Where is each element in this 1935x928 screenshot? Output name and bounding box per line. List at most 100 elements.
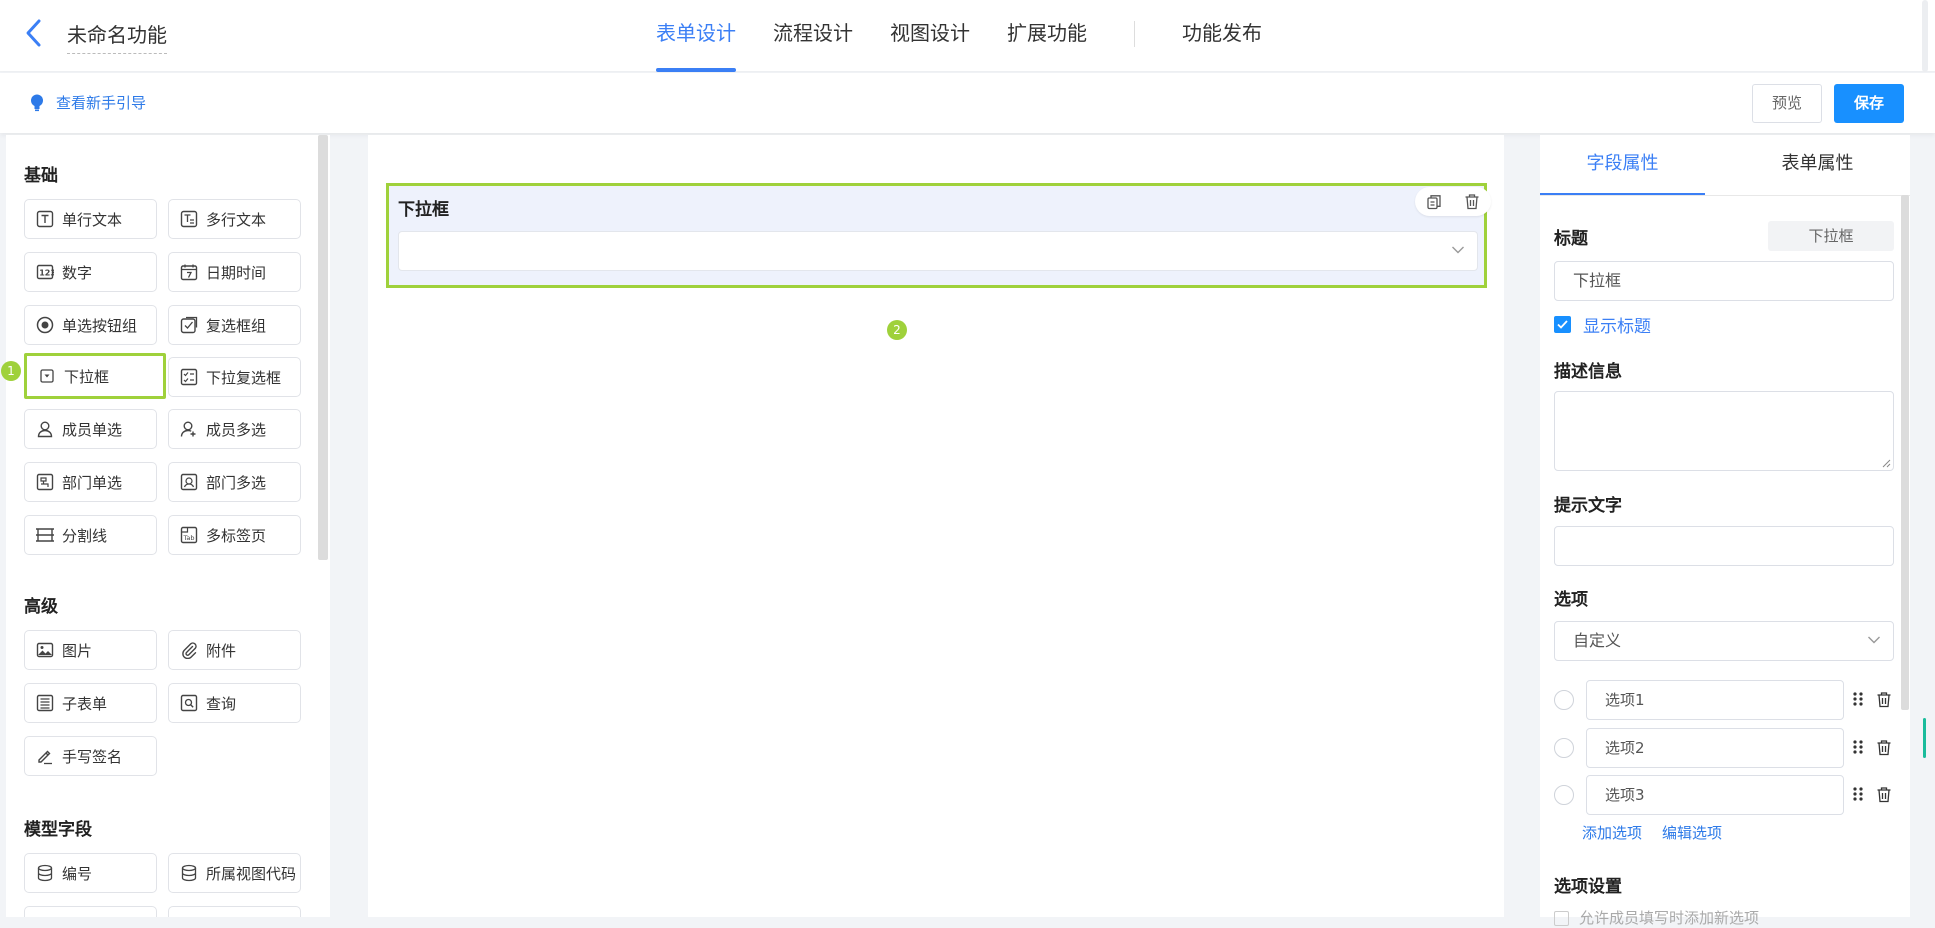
options-label: 选项: [1554, 590, 1588, 610]
field-label: 下拉框: [398, 200, 449, 220]
comp-serial-number[interactable]: 编号: [24, 853, 157, 893]
database-icon: [35, 863, 55, 883]
comp-dropdown[interactable]: 下拉框: [24, 353, 166, 399]
option-input-1[interactable]: 选项1: [1586, 680, 1844, 720]
dropdown-checkbox-icon: [179, 367, 199, 387]
comp-department-multi[interactable]: 部门多选: [168, 462, 301, 502]
comp-label: 分割线: [62, 526, 108, 545]
comp-label: 成员单选: [62, 420, 123, 439]
checkbox-icon: [1554, 911, 1569, 926]
comp-view-code[interactable]: 所属视图代码: [168, 853, 301, 893]
form-canvas[interactable]: 下拉框 2: [368, 135, 1504, 917]
comp-label: 数字: [62, 263, 93, 282]
placeholder-label: 提示文字: [1554, 496, 1622, 516]
tabs-icon: Tab: [179, 525, 199, 545]
comp-checkbox-group[interactable]: 复选框组: [168, 305, 301, 345]
drag-handle-icon[interactable]: [1852, 739, 1864, 755]
user-icon: [35, 419, 55, 439]
tab-form-design[interactable]: 表单设计: [656, 0, 736, 72]
guide-link[interactable]: 查看新手引导: [30, 92, 146, 113]
add-option-link[interactable]: 添加选项: [1582, 822, 1642, 843]
comp-radio-group[interactable]: 单选按钮组: [24, 305, 157, 345]
comp-subform[interactable]: 子表单: [24, 683, 157, 723]
tab-view-design[interactable]: 视图设计: [890, 0, 970, 72]
property-scrollbar[interactable]: [1901, 195, 1909, 710]
option-radio[interactable]: [1554, 690, 1574, 710]
comp-multi-line-text[interactable]: 多行文本: [168, 199, 301, 239]
comp-label: 子表单: [62, 694, 108, 713]
comp-query[interactable]: 查询: [168, 683, 301, 723]
comp-label: 所属视图代码: [206, 864, 297, 883]
calendar-icon: [179, 262, 199, 282]
trash-icon[interactable]: [1876, 786, 1892, 803]
multiline-text-icon: [179, 209, 199, 229]
comp-signature[interactable]: 手写签名: [24, 736, 157, 776]
comp-label: 编号: [62, 864, 93, 883]
app-title[interactable]: 未命名功能: [67, 19, 167, 54]
show-title-checkbox[interactable]: 显示标题: [1554, 312, 1651, 337]
edit-options-link[interactable]: 编辑选项: [1662, 822, 1722, 843]
comp-label: 下拉框: [64, 367, 110, 386]
tab-form-properties[interactable]: 表单属性: [1725, 135, 1910, 196]
dropdown-field-input[interactable]: [398, 231, 1478, 271]
trash-icon[interactable]: [1876, 691, 1892, 708]
copy-field-button[interactable]: [1426, 194, 1442, 210]
comp-single-line-text[interactable]: 单行文本: [24, 199, 157, 239]
property-panel: 字段属性 表单属性 标题 下拉框 下拉框 显示标题 描述信息 提示文字 选项 自…: [1540, 135, 1910, 927]
group-title-advanced: 高级: [24, 597, 58, 617]
comp-dropdown-checkbox[interactable]: 下拉复选框: [168, 357, 301, 397]
top-header: 未命名功能 表单设计 流程设计 视图设计 扩展功能 功能发布: [0, 0, 1935, 72]
guide-label: 查看新手引导: [56, 94, 147, 112]
trash-icon[interactable]: [1876, 739, 1892, 756]
svg-text:Tab: Tab: [183, 534, 195, 542]
option-radio[interactable]: [1554, 785, 1574, 805]
comp-tabs[interactable]: Tab 多标签页: [168, 515, 301, 555]
comp-label: 手写签名: [62, 747, 123, 766]
drag-handle-icon[interactable]: [1852, 786, 1864, 802]
options-source-value: 自定义: [1573, 631, 1622, 650]
comp-label: 查询: [206, 694, 237, 713]
divider-icon: [35, 525, 55, 545]
comp-member-multi[interactable]: 成员多选: [168, 409, 301, 449]
comp-divider[interactable]: 分割线: [24, 515, 157, 555]
comp-attachment[interactable]: 附件: [168, 630, 301, 670]
comp-item-partial[interactable]: [168, 906, 301, 917]
option-input-2[interactable]: 选项2: [1586, 728, 1844, 768]
checkbox-checked-icon: [1554, 316, 1571, 333]
tab-publish[interactable]: 功能发布: [1182, 0, 1262, 72]
allow-add-option-checkbox[interactable]: 允许成员填写时添加新选项: [1554, 907, 1759, 928]
comp-number[interactable]: 123 数字: [24, 252, 157, 292]
step-badge-1: 1: [1, 361, 21, 381]
preview-button[interactable]: 预览: [1752, 84, 1822, 123]
title-input[interactable]: 下拉框: [1554, 261, 1894, 301]
description-textarea[interactable]: [1554, 391, 1894, 471]
comp-label: 下拉复选框: [206, 368, 282, 387]
page-scrollbar[interactable]: [1922, 0, 1928, 72]
checkbox-icon: [179, 315, 199, 335]
trash-icon: [1465, 194, 1479, 210]
comp-label: 单行文本: [62, 210, 123, 229]
subform-icon: [35, 693, 55, 713]
comp-item-partial[interactable]: [24, 906, 157, 917]
comp-label: 附件: [206, 641, 237, 660]
drag-handle-icon[interactable]: [1852, 691, 1864, 707]
comp-image[interactable]: 图片: [24, 630, 157, 670]
tab-field-properties[interactable]: 字段属性: [1540, 135, 1705, 196]
comp-department-single[interactable]: 部门单选: [24, 462, 157, 502]
palette-scrollbar[interactable]: [318, 135, 328, 560]
placeholder-input[interactable]: [1554, 526, 1894, 566]
back-button[interactable]: [22, 17, 46, 49]
options-source-select[interactable]: 自定义: [1554, 621, 1894, 661]
tab-extensions[interactable]: 扩展功能: [1007, 0, 1087, 72]
option-radio[interactable]: [1554, 738, 1574, 758]
comp-member-single[interactable]: 成员单选: [24, 409, 157, 449]
tab-flow-design[interactable]: 流程设计: [773, 0, 853, 72]
title-label: 标题: [1554, 229, 1588, 249]
save-button[interactable]: 保存: [1834, 84, 1904, 123]
delete-field-button[interactable]: [1464, 193, 1480, 210]
comp-date-time[interactable]: 日期时间: [168, 252, 301, 292]
dropdown-field-card[interactable]: 下拉框: [386, 183, 1491, 288]
edge-indicator: [1923, 718, 1926, 758]
main-nav: 表单设计 流程设计 视图设计 扩展功能 功能发布: [656, 0, 1299, 72]
option-input-3[interactable]: 选项3: [1586, 775, 1844, 815]
